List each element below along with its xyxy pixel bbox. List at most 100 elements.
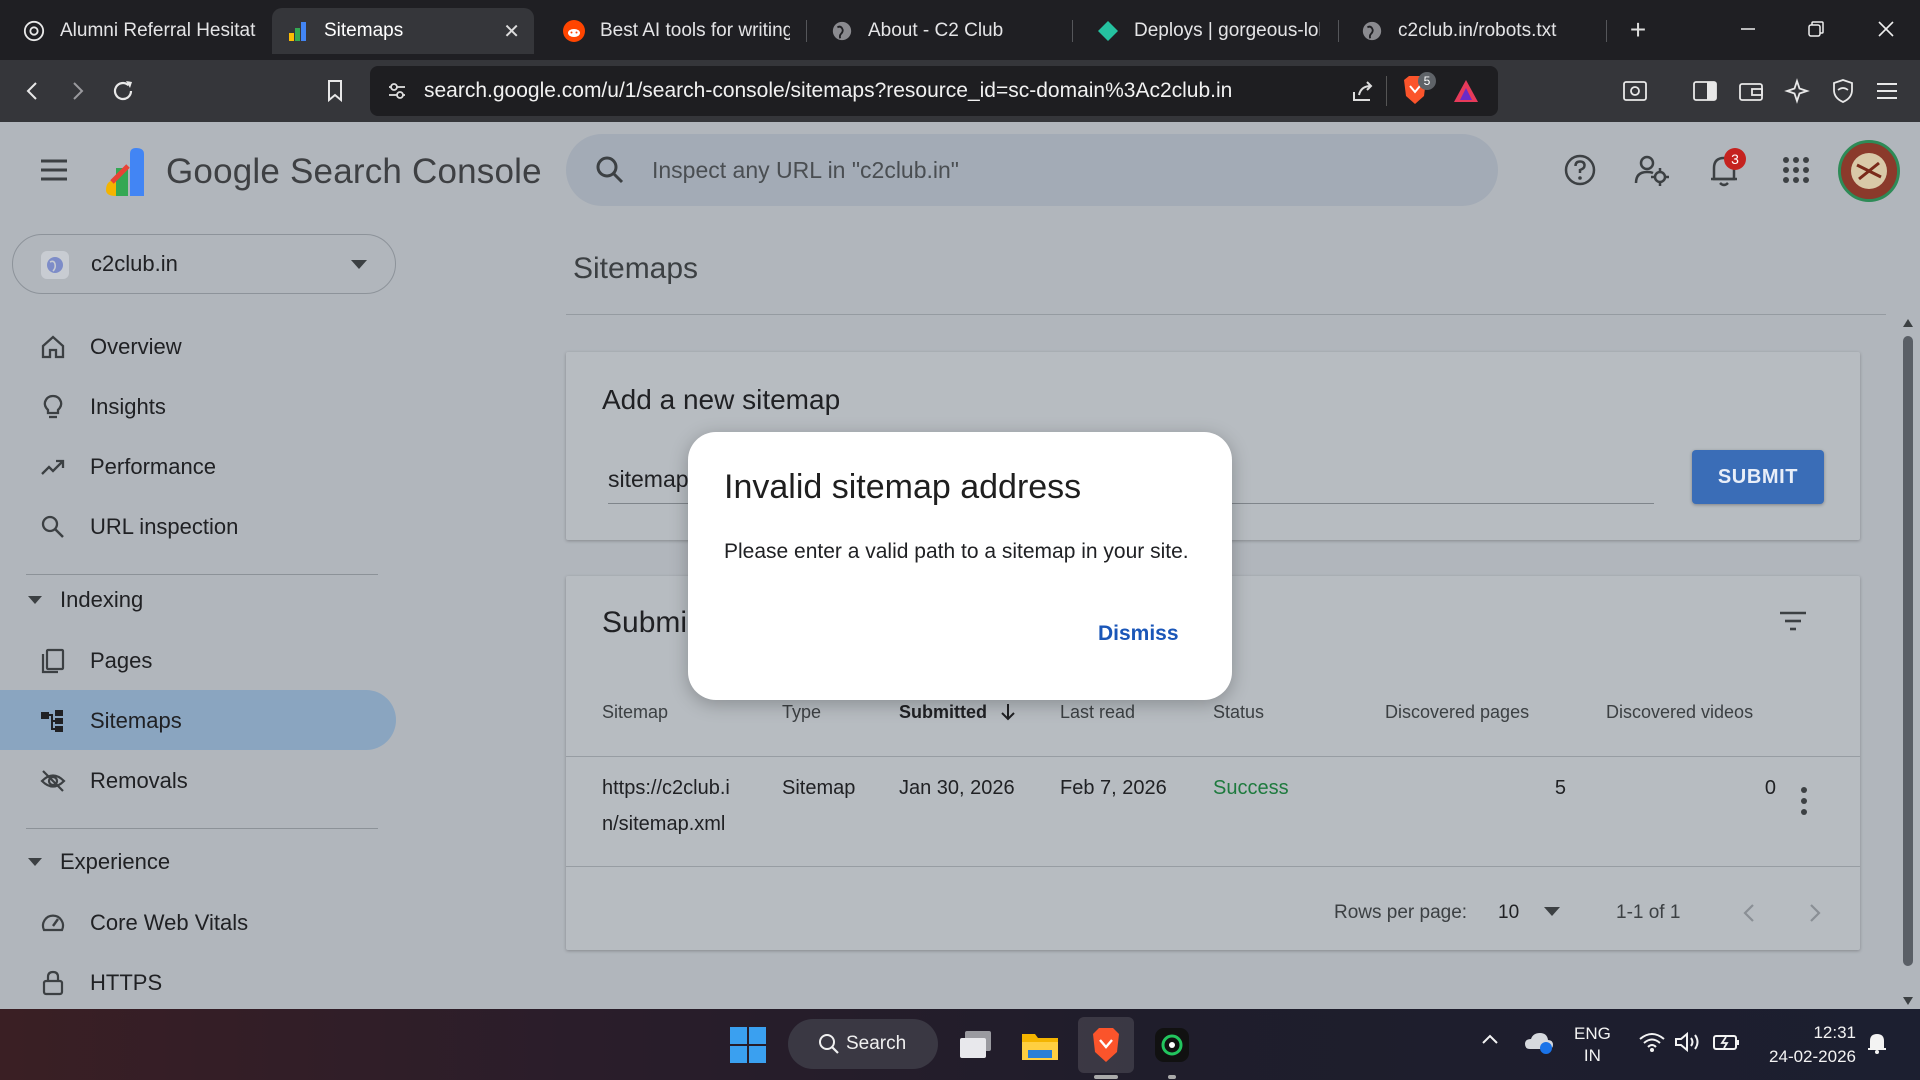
next-page-icon[interactable]: [1806, 902, 1824, 924]
reading-mode-icon[interactable]: [1616, 72, 1654, 110]
notification-badge: 3: [1724, 148, 1746, 170]
wallet-icon[interactable]: [1732, 72, 1770, 110]
pagination-range: 1-1 of 1: [1616, 902, 1681, 923]
volume-icon[interactable]: [1674, 1031, 1702, 1058]
main-menu-icon[interactable]: [36, 152, 72, 188]
sidebar-item-https[interactable]: HTTPS: [0, 952, 396, 1009]
page-scrollbar[interactable]: [1900, 318, 1916, 1008]
section-label: Indexing: [60, 587, 144, 612]
brave-shields-icon[interactable]: 5: [1400, 72, 1436, 111]
column-header-last-read[interactable]: Last read: [1060, 702, 1135, 723]
section-label: Experience: [60, 849, 171, 874]
search-console-app: Google Search Console 3: [0, 122, 1920, 1009]
scroll-up-icon[interactable]: [1902, 318, 1914, 328]
battery-charging-icon[interactable]: [1712, 1031, 1742, 1058]
show-hidden-icons-chevron[interactable]: [1480, 1031, 1500, 1051]
pages-icon: [41, 648, 65, 674]
scrollbar-thumb[interactable]: [1903, 336, 1913, 966]
task-view-icon[interactable]: [948, 1017, 1004, 1073]
users-settings-icon[interactable]: [1628, 146, 1676, 194]
tab-robots-txt[interactable]: c2club.in/robots.txt: [1346, 8, 1596, 54]
reload-button[interactable]: [104, 72, 142, 110]
section-indexing[interactable]: Indexing: [28, 580, 143, 620]
app-header: Google Search Console 3: [0, 122, 1920, 218]
property-selector[interactable]: c2club.in: [12, 234, 396, 294]
sidebar-item-url-inspection[interactable]: URL inspection: [0, 496, 396, 556]
taskbar-search[interactable]: Search: [788, 1019, 938, 1069]
windows-start-icon[interactable]: [720, 1017, 776, 1073]
vpn-shield-icon[interactable]: [1824, 72, 1862, 110]
share-icon[interactable]: [1350, 78, 1376, 109]
sidebar-item-pages[interactable]: Pages: [0, 630, 396, 690]
rows-per-page-select[interactable]: 10: [1498, 902, 1561, 924]
cell-submitted: Jan 30, 2026: [899, 777, 1015, 799]
filter-icon[interactable]: [1776, 604, 1810, 638]
help-icon[interactable]: [1556, 146, 1604, 194]
onedrive-icon[interactable]: [1524, 1029, 1554, 1060]
account-avatar[interactable]: [1838, 140, 1900, 202]
new-tab-button[interactable]: +: [1620, 12, 1656, 48]
browser-tab-bar: Alumni Referral Hesitatio Sitemaps ✕ Bes…: [0, 0, 1920, 60]
sidebar-toggle-icon[interactable]: [1686, 72, 1724, 110]
submit-button[interactable]: SUBMIT: [1692, 450, 1824, 504]
visibility-off-icon: [40, 770, 66, 792]
browser-menu-icon[interactable]: [1868, 72, 1906, 110]
globe-icon: [830, 19, 854, 43]
address-bar[interactable]: search.google.com/u/1/search-console/sit…: [370, 66, 1498, 116]
tab-best-ai-tools[interactable]: Best AI tools for writing: [548, 8, 804, 54]
clock[interactable]: 12:31 24-02-2026: [1756, 1021, 1856, 1069]
column-header-discovered-pages[interactable]: Discovered pages: [1385, 702, 1529, 723]
url-inspection-input[interactable]: [652, 152, 1452, 188]
file-explorer-icon[interactable]: [1012, 1017, 1068, 1073]
cell-status: Success: [1213, 777, 1289, 799]
column-header-sitemap[interactable]: Sitemap: [602, 702, 668, 723]
tab-netlify-deploys[interactable]: Deploys | gorgeous-lolly: [1082, 8, 1334, 54]
bookmark-icon[interactable]: [316, 72, 354, 110]
dismiss-button[interactable]: Dismiss: [1090, 616, 1187, 652]
cell-type: Sitemap: [782, 777, 856, 799]
tab-about-c2club[interactable]: About - C2 Club: [816, 8, 1066, 54]
chatgpt-app-icon[interactable]: [1144, 1017, 1200, 1079]
tab-sitemaps[interactable]: Sitemaps ✕: [272, 8, 534, 54]
column-header-submitted[interactable]: Submitted: [899, 702, 1016, 723]
sidebar-item-label: Removals: [90, 768, 188, 793]
close-tab-icon[interactable]: ✕: [503, 19, 520, 44]
tab-alumni-referral[interactable]: Alumni Referral Hesitatio: [8, 8, 270, 54]
minimize-button[interactable]: [1714, 0, 1782, 58]
running-app-indicator: [1168, 1075, 1176, 1079]
openai-icon: [22, 19, 46, 43]
restore-button[interactable]: [1782, 0, 1850, 58]
forward-button[interactable]: [58, 72, 96, 110]
sidebar-item-insights[interactable]: Insights: [0, 376, 396, 436]
apps-grid-icon[interactable]: [1772, 146, 1820, 194]
notification-bell-icon[interactable]: [1866, 1031, 1888, 1060]
shields-count-badge: 5: [1418, 72, 1436, 90]
column-header-status[interactable]: Status: [1213, 702, 1264, 723]
sidebar-item-core-web-vitals[interactable]: Core Web Vitals: [0, 892, 396, 952]
close-window-button[interactable]: [1852, 0, 1920, 58]
input-language-indicator[interactable]: ENG IN: [1574, 1023, 1611, 1067]
site-settings-icon[interactable]: [386, 80, 408, 107]
home-icon: [41, 335, 65, 359]
tab-title: Alumni Referral Hesitatio: [60, 20, 256, 41]
scroll-down-icon[interactable]: [1902, 996, 1914, 1006]
column-header-type[interactable]: Type: [782, 702, 821, 723]
brave-browser-icon[interactable]: [1078, 1017, 1134, 1079]
wifi-icon[interactable]: [1638, 1031, 1666, 1058]
column-header-discovered-videos[interactable]: Discovered videos: [1606, 702, 1753, 723]
sidebar-item-sitemaps[interactable]: Sitemaps: [0, 690, 396, 750]
sidebar-item-removals[interactable]: Removals: [0, 750, 396, 810]
url-inspection-search[interactable]: [566, 134, 1498, 206]
previous-page-icon[interactable]: [1740, 902, 1758, 924]
back-button[interactable]: [14, 72, 52, 110]
notifications-icon[interactable]: 3: [1700, 146, 1748, 194]
more-options-icon[interactable]: [1800, 786, 1808, 816]
column-header-label: Submitted: [899, 702, 987, 722]
windows-taskbar: Search ENG IN 12:31 24-02-2026: [0, 1009, 1920, 1080]
brave-rewards-icon[interactable]: [1452, 78, 1480, 109]
sidebar-item-overview[interactable]: Overview: [0, 316, 396, 376]
sidebar-item-performance[interactable]: Performance: [0, 436, 396, 496]
section-experience[interactable]: Experience: [28, 842, 170, 882]
active-app-indicator: [1094, 1075, 1118, 1079]
leo-ai-icon[interactable]: [1778, 72, 1816, 110]
